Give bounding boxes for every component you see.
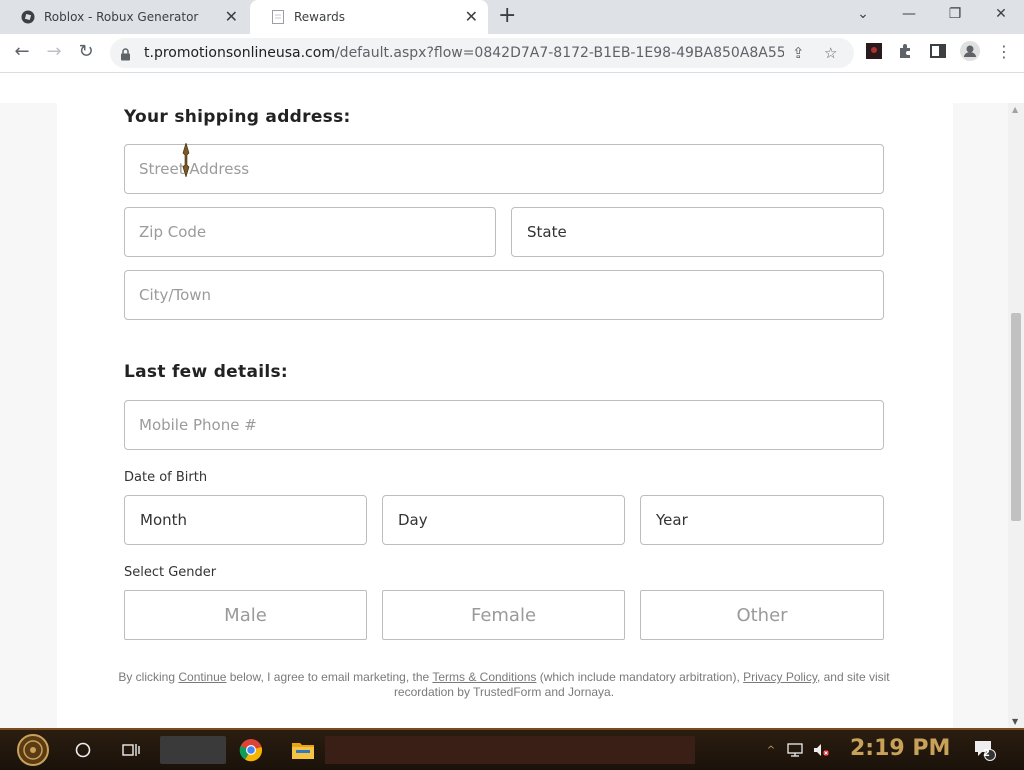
bookmark-star-icon[interactable]: ☆ (824, 44, 837, 62)
state-select-value: State (527, 223, 567, 241)
tab-roblox[interactable]: Roblox - Robux Generator ✕ (0, 0, 248, 34)
taskbar-running-apps-area (325, 736, 695, 764)
page-viewport: Your shipping address: State Last few de… (0, 103, 1008, 728)
tab-title: Rewards (294, 10, 345, 24)
start-button-icon[interactable] (12, 733, 54, 767)
back-icon[interactable]: ← (11, 42, 33, 62)
details-heading: Last few details: (124, 362, 288, 382)
extensions-puzzle-icon[interactable] (898, 43, 914, 63)
dob-label: Date of Birth (124, 470, 208, 485)
forward-icon[interactable]: → (43, 42, 65, 62)
gender-female-button[interactable]: Female (382, 590, 625, 640)
side-panel-icon[interactable] (930, 43, 946, 63)
url-text[interactable]: t.promotionsonlineusa.com/default.aspx?f… (144, 45, 784, 61)
extension-app-icon[interactable] (866, 43, 882, 63)
task-view-icon[interactable] (118, 730, 144, 770)
dob-year-value: Year (656, 511, 688, 529)
roblox-icon (20, 9, 36, 25)
terms-link[interactable]: Terms & Conditions (432, 670, 536, 684)
shipping-heading: Your shipping address: (124, 107, 351, 127)
taskbar: ^ 2:19 PM 2 (0, 728, 1024, 770)
show-hidden-icons[interactable]: ^ (764, 730, 778, 770)
minimize-icon[interactable]: — (899, 6, 919, 22)
dob-day-select[interactable]: Day (382, 495, 625, 545)
street-address-input[interactable] (124, 144, 884, 194)
disclaimer-part: By clicking (118, 670, 179, 684)
profile-avatar-icon[interactable] (960, 41, 980, 65)
share-icon[interactable]: ⇪ (792, 44, 805, 62)
scrollbar-thumb[interactable] (1011, 313, 1021, 521)
notification-center-icon[interactable]: 2 (970, 730, 1000, 770)
menu-kebab-icon[interactable]: ⋮ (996, 42, 1012, 61)
taskbar-search-box[interactable] (160, 736, 226, 764)
disclaimer-part: below, I agree to email marketing, the (226, 670, 433, 684)
dob-month-value: Month (140, 511, 188, 529)
dob-year-select[interactable]: Year (640, 495, 884, 545)
close-tab-icon[interactable]: ✕ (465, 8, 478, 26)
cortana-search-icon[interactable] (70, 730, 96, 770)
gender-male-button[interactable]: Male (124, 590, 367, 640)
city-town-input[interactable] (124, 270, 884, 320)
tab-rewards[interactable]: Rewards ✕ (250, 0, 488, 34)
state-select[interactable]: State (511, 207, 884, 257)
disclaimer-text: By clicking Continue below, I agree to e… (117, 670, 891, 700)
page-scrollbar[interactable]: ▲ ▼ (1008, 103, 1024, 728)
address-bar[interactable]: t.promotionsonlineusa.com/default.aspx?f… (110, 38, 854, 68)
restore-icon[interactable]: ❐ (945, 6, 965, 22)
reload-icon[interactable]: ↻ (75, 42, 97, 62)
continue-link[interactable]: Continue (178, 670, 226, 684)
zip-code-input[interactable] (124, 207, 496, 257)
url-host: t.promotionsonlineusa.com (144, 45, 335, 61)
url-path: /default.aspx?flow=0842D7A7-8172-B1EB-1E… (334, 45, 784, 61)
lock-icon[interactable] (120, 46, 131, 65)
gender-label: Select Gender (124, 565, 217, 580)
scroll-up-icon[interactable]: ▲ (1012, 105, 1018, 114)
chrome-app-icon[interactable] (236, 730, 266, 770)
mobile-phone-input[interactable] (124, 400, 884, 450)
notification-count: 2 (983, 748, 990, 759)
dob-month-select[interactable]: Month (124, 495, 367, 545)
new-tab-button[interactable]: + (498, 4, 516, 28)
privacy-policy-link[interactable]: Privacy Policy (743, 670, 817, 684)
volume-muted-icon[interactable] (812, 730, 832, 770)
disclaimer-part: (which include mandatory arbitration), (536, 670, 744, 684)
tab-strip: Roblox - Robux Generator ✕ Rewards ✕ + ⌄… (0, 0, 1024, 34)
close-tab-icon[interactable]: ✕ (225, 8, 238, 26)
mouse-cursor-icon (182, 143, 190, 177)
tab-title: Roblox - Robux Generator (44, 10, 199, 24)
page-icon (270, 9, 286, 25)
gender-other-button[interactable]: Other (640, 590, 884, 640)
dob-day-value: Day (398, 511, 428, 529)
close-window-icon[interactable]: ✕ (991, 6, 1011, 22)
file-explorer-icon[interactable] (288, 730, 318, 770)
tab-search-icon[interactable]: ⌄ (853, 6, 873, 22)
address-toolbar: ← → ↻ t.promotionsonlineusa.com/default.… (0, 34, 1024, 73)
network-icon[interactable] (786, 730, 806, 770)
scroll-down-icon[interactable]: ▼ (1012, 717, 1018, 726)
taskbar-clock[interactable]: 2:19 PM (850, 736, 950, 761)
